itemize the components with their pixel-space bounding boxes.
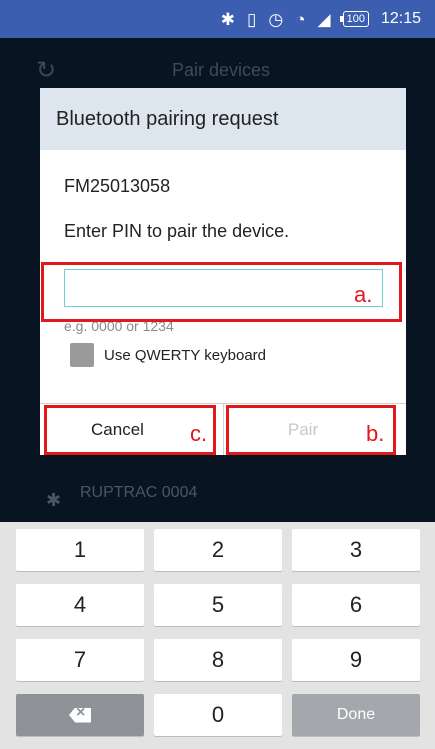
clock: 12:15 [380,10,421,27]
wifi-icon: ◔ [295,9,306,29]
annotation-box-a [41,262,402,322]
status-bar: ✱ ▯ ◷ ◔ ◢ 100 12:15 [0,0,435,38]
key-3[interactable]: 3 [292,529,420,571]
pin-prompt: Enter PIN to pair the device. [64,221,290,241]
signal-icon: ◢ [317,9,331,29]
backspace-icon [69,707,91,723]
key-7[interactable]: 7 [16,639,144,681]
refresh-icon: ↻ [36,57,57,84]
background-device-name: RUPTRAC 0004 [80,484,198,501]
key-1[interactable]: 1 [16,529,144,571]
numeric-keyboard: 1 2 3 4 5 6 7 8 9 0 Done [0,522,435,749]
annotation-label-b: b. [366,421,385,446]
backspace-key[interactable] [16,694,144,736]
key-2[interactable]: 2 [154,529,282,571]
qwerty-toggle[interactable]: Use QWERTY keyboard [70,343,266,367]
dialog-title: Bluetooth pairing request [40,88,406,150]
qwerty-checkbox[interactable] [70,343,94,367]
key-0[interactable]: 0 [154,694,282,736]
background-header: ↻ Pair devices [0,50,435,90]
key-5[interactable]: 5 [154,584,282,626]
annotation-label-a: a. [354,282,373,307]
qwerty-label: Use QWERTY keyboard [104,346,267,364]
vibrate-icon: ▯ [247,9,257,29]
key-6[interactable]: 6 [292,584,420,626]
device-name: FM25013058 [64,176,171,196]
key-4[interactable]: 4 [16,584,144,626]
bluetooth-device-icon: ✱ [46,490,62,510]
battery-indicator: 100 [339,11,369,27]
bluetooth-icon: ✱ [220,9,236,29]
done-key[interactable]: Done [292,694,420,736]
alarm-icon: ◷ [268,9,284,29]
key-9[interactable]: 9 [292,639,420,681]
background-title: Pair devices [172,60,271,80]
annotation-label-c: c. [190,421,208,446]
key-8[interactable]: 8 [154,639,282,681]
